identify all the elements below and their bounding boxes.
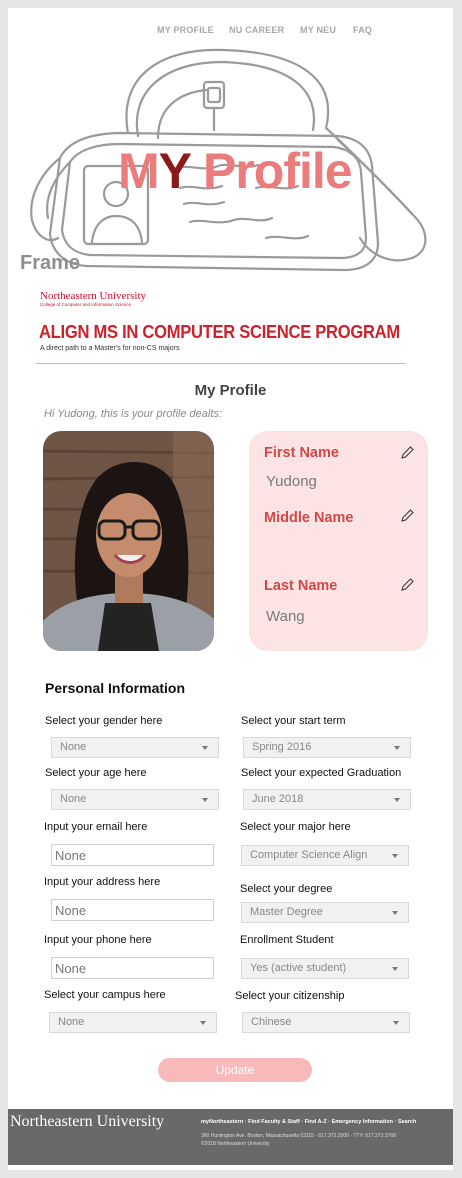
first-name-value: Yudong [266, 473, 317, 490]
campus-label: Select your campus here [44, 989, 166, 1001]
section-title: My Profile [194, 382, 267, 399]
edit-middle-name-pencil-icon[interactable] [399, 508, 415, 524]
footer: Northeastern University myNortheastern ·… [8, 1109, 453, 1165]
hero-title: MY Profile [118, 142, 353, 200]
first-name-label: First Name [264, 445, 339, 461]
university-logo[interactable]: Northeastern University [40, 290, 146, 302]
age-label: Select your age here [45, 767, 147, 779]
edit-last-name-pencil-icon[interactable] [399, 577, 415, 593]
degree-select-value: Master Degree [250, 906, 323, 918]
footer-link-search[interactable]: Search [398, 1119, 416, 1125]
hero-title-m: M [118, 143, 160, 199]
gender-select-value: None [60, 741, 87, 753]
update-button[interactable]: Update [158, 1058, 312, 1082]
personal-info-title: Personal Information [45, 680, 186, 696]
degree-select[interactable]: Master Degree [241, 902, 409, 923]
edit-first-name-pencil-icon[interactable] [399, 445, 415, 461]
graduation-select-value: June 2018 [252, 793, 304, 805]
nav-my-profile[interactable]: MY PROFILE [157, 25, 214, 35]
name-card: First Name Yudong Middle Name Last Name … [249, 431, 428, 651]
dropdown-caret-icon [392, 967, 398, 971]
middle-name-label: Middle Name [264, 510, 354, 526]
hero-title-y: Y [158, 143, 191, 199]
email-input[interactable]: None [51, 844, 214, 866]
dropdown-caret-icon [393, 1021, 399, 1025]
graduation-select[interactable]: June 2018 [243, 789, 411, 810]
footer-link-find-faculty[interactable]: Find Faculty & Staff [248, 1119, 300, 1125]
enrollment-select[interactable]: Yes (active student) [241, 958, 409, 979]
address-input[interactable]: None [51, 899, 214, 921]
dropdown-caret-icon [202, 746, 208, 750]
major-label: Select your major here [240, 821, 351, 833]
campus-select-value: None [58, 1016, 85, 1028]
footer-address: 360 Huntington Ave. Boston, Massachusett… [201, 1133, 396, 1139]
enrollment-label: Enrollment Student [240, 934, 334, 946]
nav-my-neu[interactable]: MY NEU [300, 25, 336, 35]
email-label: Input your email here [44, 821, 148, 833]
enrollment-select-value: Yes (active student) [250, 962, 347, 974]
dropdown-caret-icon [394, 746, 400, 750]
start-term-select-value: Spring 2016 [252, 741, 312, 753]
phone-input[interactable]: None [51, 957, 214, 979]
dropdown-caret-icon [392, 911, 398, 915]
gender-label: Select your gender here [45, 715, 163, 727]
citizenship-select[interactable]: Chinese [242, 1012, 410, 1033]
age-select[interactable]: None [51, 789, 219, 810]
degree-label: Select your degree [240, 883, 333, 895]
dropdown-caret-icon [202, 798, 208, 802]
citizenship-label: Select your citizenship [235, 990, 345, 1002]
start-term-select[interactable]: Spring 2016 [243, 737, 411, 758]
footer-link-emergency[interactable]: Emergency Information [332, 1119, 393, 1125]
dropdown-caret-icon [394, 798, 400, 802]
footer-university-logo[interactable]: Northeastern University [10, 1113, 164, 1131]
start-term-label: Select your start term [241, 715, 346, 727]
citizenship-select-value: Chinese [251, 1016, 292, 1028]
gender-select[interactable]: None [51, 737, 219, 758]
divider [36, 363, 406, 364]
page: MY PROFILE NU CAREER MY NEU FAQ MY Profi… [8, 8, 453, 1170]
major-select-value: Computer Science Align [250, 849, 368, 861]
program-subtitle: A direct path to a Master's for non-CS m… [40, 345, 180, 352]
footer-copyright: ©2018 Northeastern University [201, 1141, 270, 1147]
address-label: Input your address here [44, 876, 161, 888]
greeting-text: Hi Yudong, this is your profile dealts: [44, 408, 222, 420]
dropdown-caret-icon [200, 1021, 206, 1025]
hero-title-rest: Profile [190, 143, 353, 199]
frame-label: Frame [20, 252, 81, 274]
last-name-value: Wang [266, 608, 305, 625]
footer-link-find-a-z[interactable]: Find A-Z [305, 1119, 327, 1125]
profile-photo-image [43, 431, 214, 651]
nav-nu-career[interactable]: NU CAREER [229, 25, 284, 35]
campus-select[interactable]: None [49, 1012, 217, 1033]
profile-photo [43, 431, 214, 651]
college-name: College of Computer and Information Scie… [40, 302, 132, 307]
footer-link-mynortheastern[interactable]: myNortheastern [201, 1119, 243, 1125]
hero-banner: MY Profile [8, 38, 453, 278]
last-name-label: Last Name [264, 578, 338, 594]
nav-faq[interactable]: FAQ [353, 25, 372, 35]
phone-label: Input your phone here [44, 934, 152, 946]
age-select-value: None [60, 793, 87, 805]
program-title: ALIGN MS IN COMPUTER SCIENCE PROGRAM [39, 322, 400, 342]
dropdown-caret-icon [392, 854, 398, 858]
footer-links: myNortheastern · Find Faculty & Staff · … [201, 1119, 416, 1125]
top-nav: MY PROFILE NU CAREER MY NEU FAQ [8, 25, 453, 39]
major-select[interactable]: Computer Science Align [241, 845, 409, 866]
graduation-label: Select your expected Graduation [241, 767, 402, 779]
